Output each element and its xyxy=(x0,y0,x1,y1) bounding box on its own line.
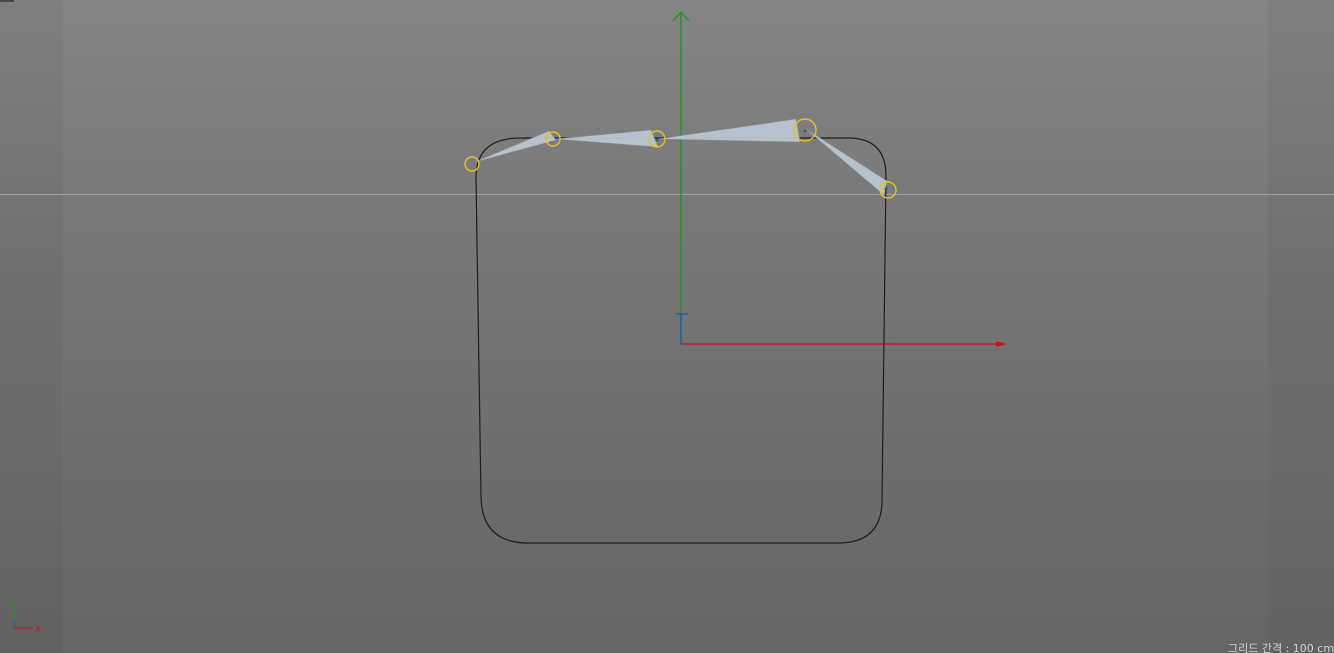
mini-axis-y-label: Y xyxy=(9,600,16,610)
scene-canvas[interactable]: Y X xyxy=(0,0,1334,653)
bone-icon[interactable] xyxy=(555,129,659,148)
bone-icon[interactable] xyxy=(657,118,801,143)
mini-axis-x-label: X xyxy=(35,625,41,635)
grid-spacing-label: 그리드 간격 : 100 cm xyxy=(1228,642,1334,653)
bone-icon[interactable] xyxy=(474,130,557,163)
axis-gizmo[interactable] xyxy=(672,11,1007,347)
view-orientation-icon: Y X xyxy=(9,600,41,635)
3d-viewport[interactable]: Y X 그리드 간격 : 100 cm xyxy=(0,0,1334,653)
joint-center-dot xyxy=(655,138,659,142)
joint-center-dot xyxy=(803,129,807,133)
joint-icon[interactable] xyxy=(464,156,480,172)
bone-icon[interactable] xyxy=(805,128,888,196)
x-axis-arrow-icon[interactable] xyxy=(996,341,1007,347)
joint-center-dot xyxy=(884,187,888,191)
